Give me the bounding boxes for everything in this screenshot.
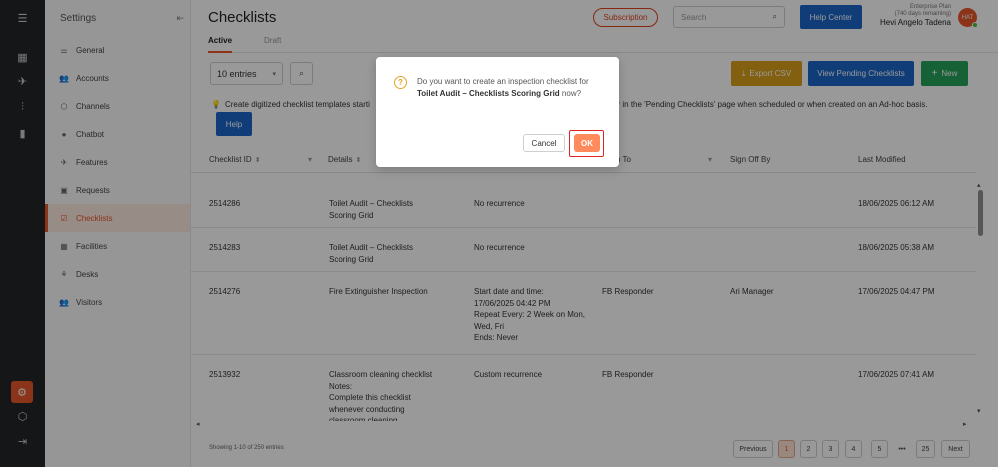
ok-button[interactable]: OK [574, 134, 600, 152]
question-icon: ? [394, 76, 407, 89]
cancel-button[interactable]: Cancel [523, 134, 565, 152]
checklist-name: Toilet Audit – Checklists Scoring Grid [417, 89, 560, 99]
confirm-dialog: ? Do you want to create an inspection ch… [376, 57, 619, 167]
dialog-message: Do you want to create an inspection chec… [417, 77, 589, 99]
